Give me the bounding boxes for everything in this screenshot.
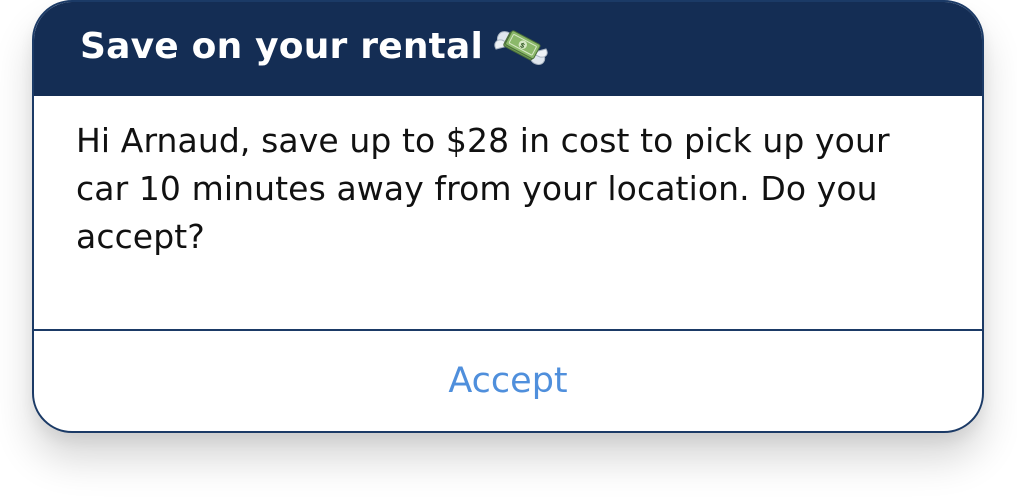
popup-message: Hi Arnaud, save up to $28 in cost to pic…	[76, 121, 890, 256]
popup-body: Hi Arnaud, save up to $28 in cost to pic…	[34, 96, 982, 329]
rental-savings-popup: Save on your rental $ Hi Arnaud, save up…	[32, 0, 984, 433]
popup-footer: Accept	[34, 331, 982, 431]
popup-header: Save on your rental $	[34, 2, 982, 96]
flying-money-icon: $	[494, 30, 548, 65]
popup-title: Save on your rental	[80, 26, 484, 67]
accept-button[interactable]: Accept	[448, 361, 567, 401]
stage: Save on your rental $ Hi Arnaud, save up…	[0, 0, 1017, 498]
